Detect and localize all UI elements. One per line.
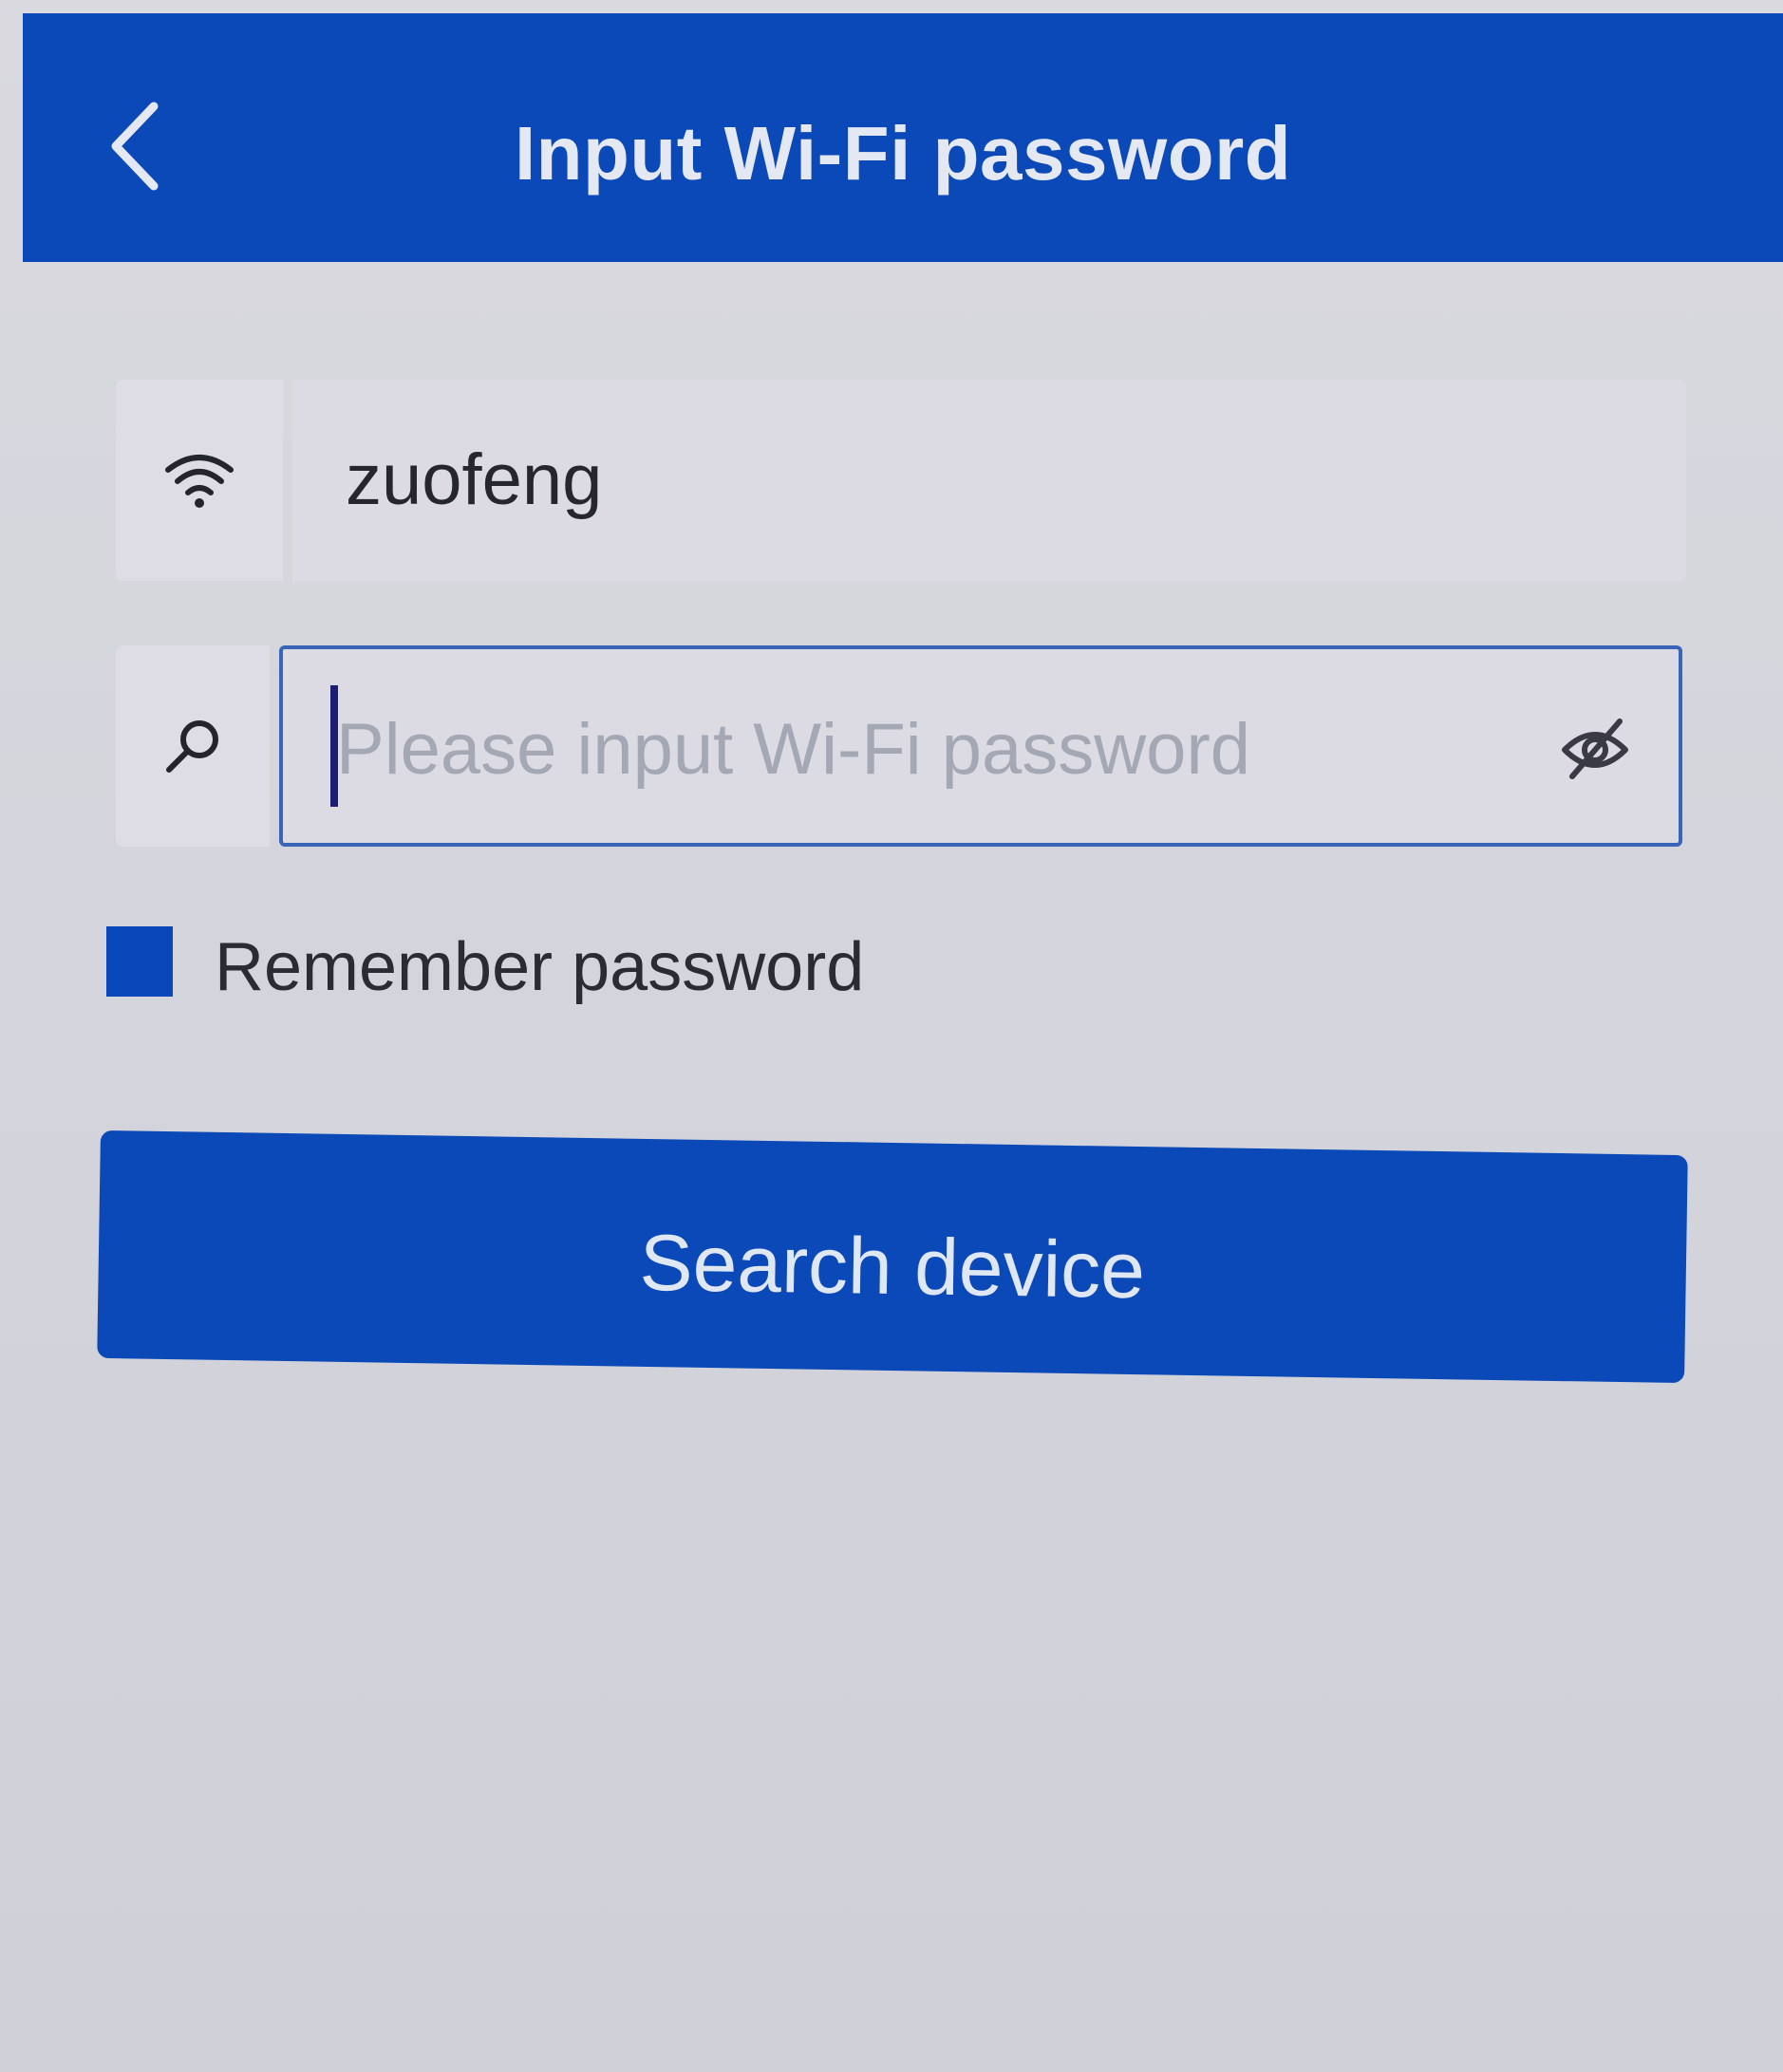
remember-password-toggle[interactable]: Remember password bbox=[106, 919, 961, 1014]
top-app-bar: Input Wi-Fi password bbox=[23, 13, 1783, 262]
page-title: Input Wi-Fi password bbox=[514, 111, 1292, 196]
text-caret bbox=[330, 685, 338, 807]
ssid-icon-cell bbox=[116, 380, 283, 581]
wifi-icon bbox=[165, 455, 234, 508]
toggle-visibility-button[interactable] bbox=[1557, 712, 1633, 788]
search-device-button[interactable]: Search device bbox=[97, 1129, 1688, 1384]
search-device-label: Search device bbox=[638, 1217, 1146, 1316]
remember-checkbox[interactable] bbox=[106, 926, 173, 997]
ssid-value: zuofeng bbox=[346, 439, 603, 520]
password-input[interactable] bbox=[336, 687, 1475, 811]
password-field[interactable] bbox=[279, 645, 1682, 847]
ssid-row: zuofeng bbox=[116, 380, 1686, 581]
eye-off-icon bbox=[1562, 719, 1628, 779]
remember-label: Remember password bbox=[215, 929, 865, 1005]
key-icon bbox=[166, 720, 218, 773]
password-icon-cell bbox=[116, 645, 270, 847]
ssid-field[interactable]: zuofeng bbox=[292, 380, 1686, 581]
wifi-password-screen: Input Wi-Fi password zuofeng Remember pa… bbox=[0, 0, 1783, 2072]
password-row bbox=[116, 645, 1686, 847]
